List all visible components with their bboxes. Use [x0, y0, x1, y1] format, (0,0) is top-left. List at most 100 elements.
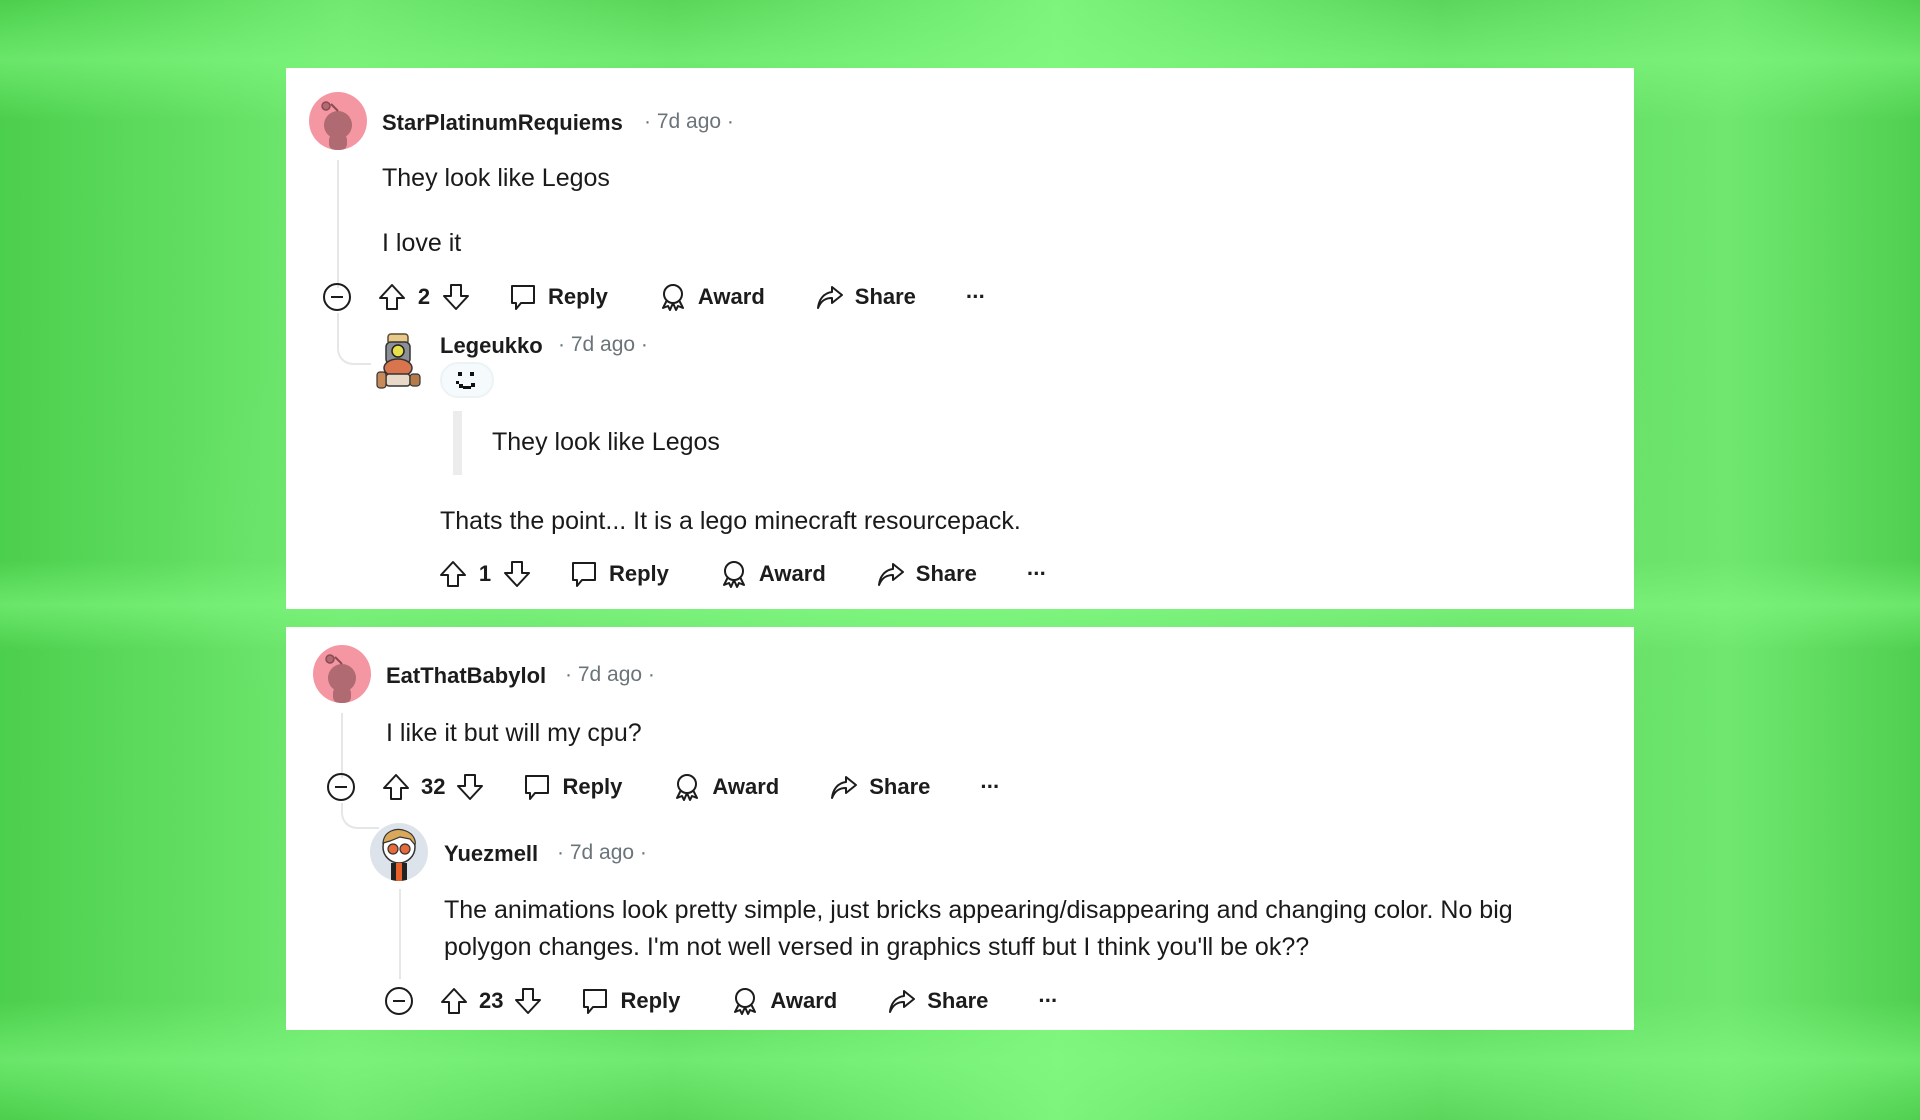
award-button[interactable]: Award — [730, 986, 837, 1016]
separator: · — [558, 333, 565, 356]
upvote-icon[interactable] — [439, 986, 469, 1016]
downvote-icon[interactable] — [513, 986, 543, 1016]
blockquote-text: They look like Legos — [492, 428, 720, 456]
share-button[interactable]: Share — [887, 986, 988, 1016]
share-label: Share — [915, 561, 977, 586]
comment-username[interactable]: Yuezmell — [444, 841, 538, 867]
share-button[interactable]: Share — [815, 282, 916, 312]
comment-body: They look like Legos I love it — [382, 160, 610, 262]
comment-timestamp: · 7d ago · — [644, 110, 734, 134]
collapse-thread-icon[interactable] — [322, 282, 352, 312]
pixel-smiley-icon — [456, 372, 475, 389]
comment-username[interactable]: Legeukko — [440, 333, 543, 359]
time-ago: 7d ago — [569, 841, 635, 864]
avatar[interactable] — [309, 92, 367, 150]
share-arrow-icon — [815, 282, 845, 312]
comment-actions: 2 Reply Award Share ··· — [322, 279, 986, 315]
snoo-avatar-icon — [325, 654, 356, 703]
comment-username[interactable]: StarPlatinumRequiems — [382, 110, 623, 136]
reply-button[interactable]: Reply — [522, 772, 622, 802]
more-options-button[interactable]: ··· — [980, 774, 1000, 800]
comment-bubble-icon — [569, 559, 599, 589]
time-ago: 7d ago — [577, 663, 643, 686]
comment-bubble-icon — [508, 282, 538, 312]
collapse-thread-icon[interactable] — [326, 772, 356, 802]
more-options-button[interactable]: ··· — [1038, 988, 1058, 1014]
snoo-avatar-icon — [321, 101, 352, 150]
award-label: Award — [697, 284, 765, 309]
comment-body: I like it but will my cpu? — [386, 719, 642, 747]
award-icon — [730, 986, 760, 1016]
award-button[interactable]: Award — [672, 772, 779, 802]
reply-button[interactable]: Reply — [580, 986, 680, 1016]
comment-card: StarPlatinumRequiems · 7d ago · They loo… — [286, 68, 1634, 609]
comment-paragraph: I love it — [382, 229, 462, 257]
award-button[interactable]: Award — [658, 282, 765, 312]
reply-connector — [341, 803, 379, 829]
comment-actions: 23 Reply Award Share ··· — [384, 983, 1058, 1019]
upvote-icon[interactable] — [377, 282, 407, 312]
thread-line[interactable] — [399, 889, 401, 979]
character-avatar-icon — [382, 828, 416, 881]
award-icon — [658, 282, 688, 312]
reply-button[interactable]: Reply — [508, 282, 608, 312]
share-arrow-icon — [887, 986, 917, 1016]
comment-bubble-icon — [580, 986, 610, 1016]
share-label: Share — [869, 774, 931, 799]
thread-line[interactable] — [337, 160, 339, 288]
separator: · — [639, 841, 647, 864]
downvote-icon[interactable] — [502, 559, 532, 589]
more-options-button[interactable]: ··· — [966, 284, 986, 310]
vote-group: 23 — [439, 986, 543, 1016]
award-button[interactable]: Award — [719, 559, 826, 589]
avatar[interactable] — [370, 823, 428, 881]
comment-timestamp: · 7d ago · — [557, 841, 647, 865]
vote-group: 2 — [377, 282, 471, 312]
vote-score: 32 — [421, 774, 446, 799]
downvote-icon[interactable] — [441, 282, 471, 312]
separator: · — [644, 110, 651, 133]
avatar[interactable] — [313, 645, 371, 703]
reply-label: Reply — [620, 988, 681, 1013]
share-arrow-icon — [876, 559, 906, 589]
more-options-button[interactable]: ··· — [1027, 561, 1047, 587]
comment-actions: 1 Reply Award Share ··· — [438, 556, 1047, 592]
comment-body: Thats the point... It is a lego minecraf… — [440, 507, 1021, 535]
vote-score: 1 — [478, 561, 492, 586]
award-label: Award — [712, 774, 780, 799]
vote-group: 32 — [381, 772, 485, 802]
vote-group: 1 — [438, 559, 532, 589]
share-label: Share — [854, 284, 916, 309]
share-button[interactable]: Share — [876, 559, 977, 589]
award-label: Award — [758, 561, 826, 586]
time-ago: 7d ago — [656, 110, 722, 133]
comment-timestamp: · 7d ago · — [565, 663, 655, 687]
comment-paragraph: They look like Legos — [382, 164, 610, 192]
character-avatar-icon — [376, 333, 421, 389]
reply-connector — [337, 313, 371, 365]
collapse-thread-icon[interactable] — [384, 986, 414, 1016]
reply-label: Reply — [562, 774, 623, 799]
comment-username[interactable]: EatThatBabylol — [386, 663, 546, 689]
time-ago: 7d ago — [570, 333, 636, 356]
avatar[interactable] — [374, 332, 424, 394]
comment-timestamp: · 7d ago · — [558, 333, 648, 357]
downvote-icon[interactable] — [455, 772, 485, 802]
comment-actions: 32 Reply Award Share ··· — [326, 769, 1000, 805]
vote-score: 2 — [417, 284, 431, 309]
upvote-icon[interactable] — [381, 772, 411, 802]
reply-label: Reply — [609, 561, 669, 586]
separator: · — [565, 663, 572, 686]
share-button[interactable]: Share — [829, 772, 930, 802]
vote-score: 23 — [479, 988, 504, 1013]
award-icon — [719, 559, 749, 589]
reply-button[interactable]: Reply — [569, 559, 669, 589]
upvote-icon[interactable] — [438, 559, 468, 589]
blockquote-bar — [453, 411, 462, 475]
separator: · — [557, 841, 564, 864]
award-icon — [672, 772, 702, 802]
separator: · — [647, 663, 655, 686]
comment-body: The animations look pretty simple, just … — [444, 896, 1513, 961]
user-flair-emote — [440, 362, 494, 398]
separator: · — [640, 333, 648, 356]
